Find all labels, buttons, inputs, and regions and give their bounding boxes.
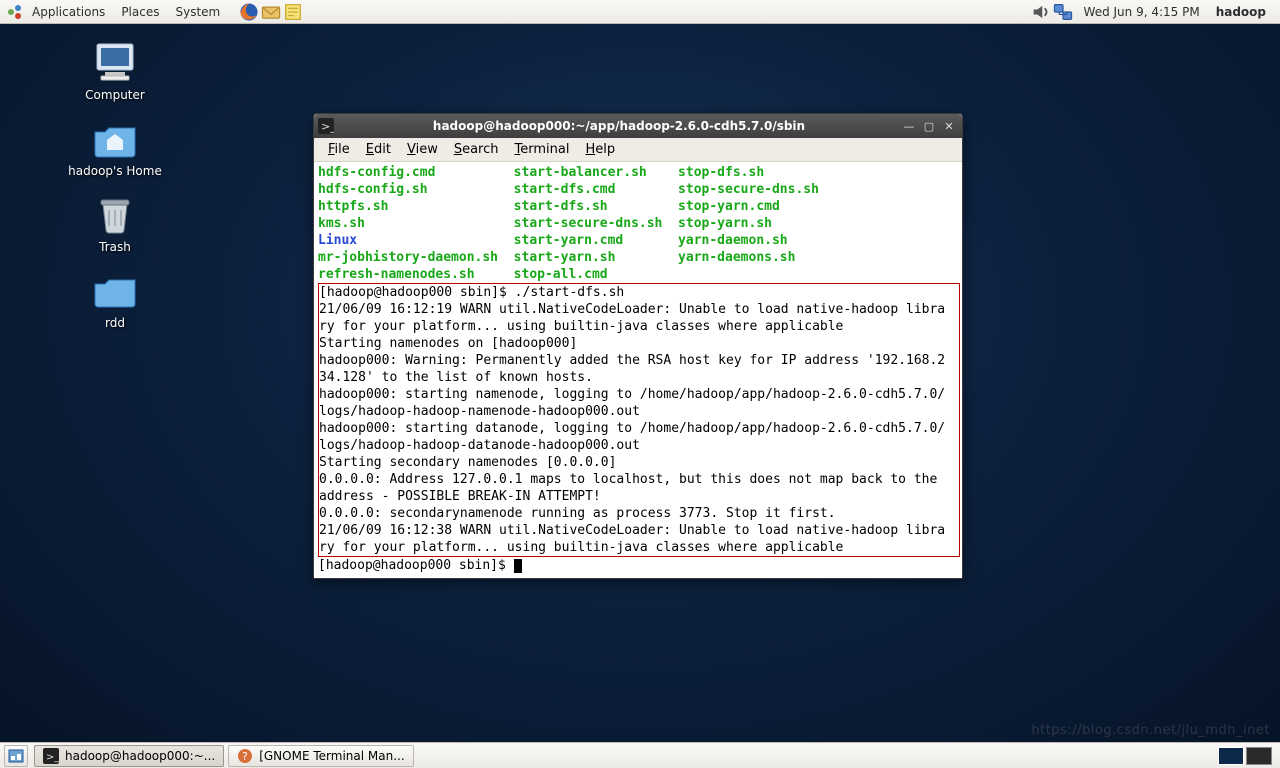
- taskbar-item-label: hadoop@hadoop000:~...: [65, 749, 215, 763]
- desktop-icon-label: Trash: [99, 240, 131, 254]
- terminal-icon: >_: [43, 748, 59, 764]
- window-title: hadoop@hadoop000:~/app/hadoop-2.6.0-cdh5…: [340, 119, 898, 133]
- watermark: https://blog.csdn.net/jlu_mdh_inet: [1031, 723, 1270, 738]
- menu-search[interactable]: Search: [446, 140, 507, 159]
- workspace-2[interactable]: [1246, 747, 1272, 765]
- taskbar-item-terminal[interactable]: >_ hadoop@hadoop000:~...: [34, 745, 224, 767]
- help-icon: ?: [237, 748, 253, 764]
- notes-icon[interactable]: [282, 1, 304, 23]
- terminal-icon: >_: [318, 118, 334, 134]
- menu-view[interactable]: View: [399, 140, 446, 159]
- workspace-1[interactable]: [1218, 747, 1244, 765]
- menu-places[interactable]: Places: [113, 5, 167, 19]
- panel-user[interactable]: hadoop: [1210, 5, 1274, 19]
- svg-text:>_: >_: [321, 120, 334, 133]
- close-button[interactable]: ✕: [940, 118, 958, 134]
- desktop-icon-label: Computer: [85, 88, 145, 102]
- network-icon[interactable]: [1052, 1, 1074, 23]
- svg-text:>_: >_: [46, 752, 59, 763]
- minimize-button[interactable]: —: [900, 118, 918, 134]
- titlebar[interactable]: >_ hadoop@hadoop000:~/app/hadoop-2.6.0-c…: [314, 114, 962, 138]
- show-desktop-button[interactable]: [4, 745, 28, 767]
- menu-system[interactable]: System: [167, 5, 228, 19]
- bottom-panel: >_ hadoop@hadoop000:~... ? [GNOME Termin…: [0, 742, 1280, 768]
- menu-edit[interactable]: Edit: [358, 140, 399, 159]
- desktop-icon-rdd[interactable]: rdd: [40, 268, 190, 330]
- desktop-icon-label: hadoop's Home: [68, 164, 162, 178]
- distro-icon: [6, 3, 24, 21]
- taskbar-item-label: [GNOME Terminal Man...: [259, 749, 404, 763]
- folder-icon: [91, 268, 139, 312]
- panel-clock[interactable]: Wed Jun 9, 4:15 PM: [1074, 5, 1210, 19]
- menu-terminal[interactable]: Terminal: [507, 140, 578, 159]
- firefox-icon[interactable]: [238, 1, 260, 23]
- desktop-icons: Computer hadoop's Home Trash rdd: [40, 40, 190, 344]
- terminal-body[interactable]: hdfs-config.cmd start-balancer.sh stop-d…: [314, 162, 962, 578]
- computer-icon: [91, 40, 139, 84]
- svg-text:?: ?: [242, 750, 248, 763]
- mail-icon[interactable]: [260, 1, 282, 23]
- menubar: File Edit View Search Terminal Help: [314, 138, 962, 162]
- home-folder-icon: [91, 116, 139, 160]
- taskbar-item-help[interactable]: ? [GNOME Terminal Man...: [228, 745, 413, 767]
- volume-icon[interactable]: [1030, 1, 1052, 23]
- terminal-window: >_ hadoop@hadoop000:~/app/hadoop-2.6.0-c…: [313, 113, 963, 579]
- maximize-button[interactable]: ▢: [920, 118, 938, 134]
- menu-file[interactable]: File: [320, 140, 358, 159]
- menu-help[interactable]: Help: [577, 140, 623, 159]
- workspace-switcher[interactable]: [1218, 747, 1276, 765]
- desktop-icon-computer[interactable]: Computer: [40, 40, 190, 102]
- desktop-icon-home[interactable]: hadoop's Home: [40, 116, 190, 178]
- top-panel: Applications Places System Wed Jun 9, 4:…: [0, 0, 1280, 24]
- menu-applications[interactable]: Applications: [24, 5, 113, 19]
- trash-icon: [91, 192, 139, 236]
- desktop-icon-trash[interactable]: Trash: [40, 192, 190, 254]
- desktop-icon-label: rdd: [105, 316, 125, 330]
